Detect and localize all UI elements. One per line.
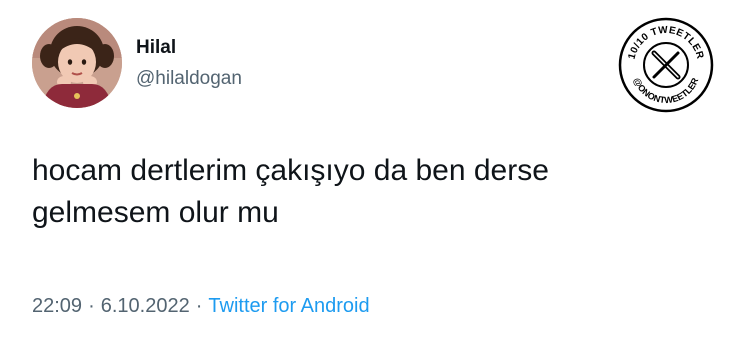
badge-logo: 10/10 TWEETLER @ONONTWEETLER — [618, 17, 714, 113]
watermark-badge: 10/10 TWEETLER @ONONTWEETLER — [618, 17, 714, 113]
author-name[interactable]: Hilal — [136, 37, 176, 59]
tweet-text-line: gelmesem olur mu — [32, 196, 279, 229]
tweet-text-line: hocam dertlerim çakışıyo da ben derse — [32, 154, 549, 187]
tweet-card: Hilal @hilaldogan 10/10 TWEETLER @ONONTW… — [0, 0, 737, 341]
author-handle[interactable]: @hilaldogan — [136, 68, 242, 90]
meta-separator: · — [88, 295, 95, 317]
tweet-time[interactable]: 22:09 — [32, 295, 82, 317]
tweet-meta: 22:09 · 6.10.2022 · Twitter for Android — [32, 295, 370, 318]
tweet-text: hocam dertlerim çakışıyo da ben derse ge… — [32, 150, 712, 234]
tweet-source-link[interactable]: Twitter for Android — [208, 295, 369, 317]
avatar[interactable] — [32, 18, 122, 108]
meta-separator: · — [195, 295, 203, 317]
avatar-photo — [32, 18, 122, 108]
tweet-date[interactable]: 6.10.2022 — [101, 295, 190, 317]
